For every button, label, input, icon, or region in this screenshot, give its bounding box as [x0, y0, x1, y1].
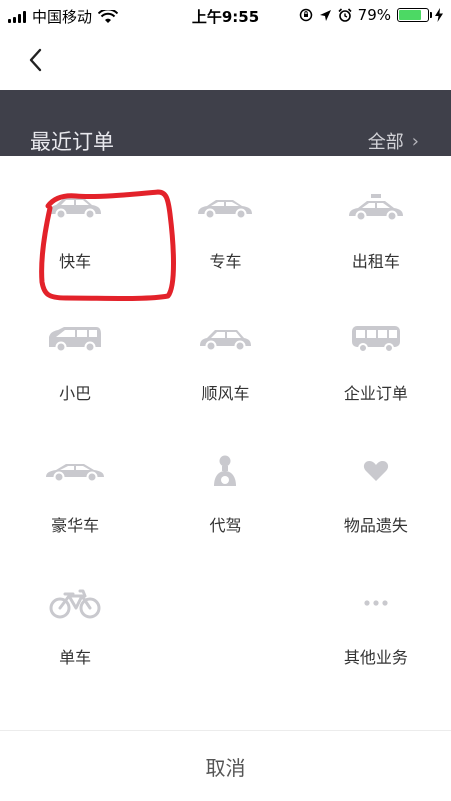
service-label: 代驾 [209, 516, 242, 535]
service-more[interactable]: 其他业务 [301, 580, 451, 712]
battery-icon [397, 8, 432, 22]
service-carpool[interactable]: 顺风车 [150, 316, 300, 448]
luxury-car-icon [40, 448, 110, 494]
cancel-button[interactable]: 取消 [0, 731, 451, 801]
service-label: 小巴 [59, 384, 92, 403]
service-label: 物品遗失 [343, 516, 408, 535]
service-premium[interactable]: 专车 [150, 184, 300, 316]
designated-driver-icon [190, 448, 260, 494]
back-button[interactable] [22, 46, 50, 74]
service-label: 单车 [59, 648, 92, 667]
nav-bar [0, 30, 451, 90]
all-orders-link[interactable]: 全部 › [368, 128, 419, 154]
battery-percent: 79% [357, 6, 391, 24]
service-lost-items[interactable]: 物品遗失 [301, 448, 451, 580]
minivan-icon [40, 316, 110, 362]
heart-icon [341, 448, 411, 494]
all-orders-label: 全部 [367, 132, 404, 153]
signal-icon [8, 10, 26, 23]
chevron-right-icon: › [411, 130, 419, 152]
alarm-icon [338, 8, 352, 22]
service-grid: 快车 专车 出租车 小巴 顺风车 企业订单 豪华车 代驾 物品遗失 单车 其他业… [0, 156, 451, 730]
status-left: 中国移动 [8, 6, 119, 27]
taxi-icon [341, 184, 411, 230]
service-express[interactable]: 快车 [0, 184, 150, 316]
location-icon [319, 9, 331, 21]
bus-icon [341, 316, 411, 362]
carrier-label: 中国移动 [32, 8, 93, 26]
status-right: 79% [299, 6, 443, 24]
recent-orders-header: 最近订单 全部 › [0, 90, 451, 156]
service-label: 出租车 [351, 252, 400, 271]
service-label: 其他业务 [343, 648, 408, 667]
orientation-lock-icon [299, 8, 312, 22]
empty-cell [150, 580, 300, 712]
hatchback-icon [190, 316, 260, 362]
bicycle-icon [40, 580, 110, 626]
bottom-bar: 取消 [0, 730, 451, 801]
service-taxi[interactable]: 出租车 [301, 184, 451, 316]
service-label: 专车 [209, 252, 242, 271]
service-bike[interactable]: 单车 [0, 580, 150, 712]
service-label: 快车 [59, 252, 92, 271]
service-driver[interactable]: 代驾 [150, 448, 300, 580]
chevron-left-icon [29, 48, 42, 72]
recent-orders-title: 最近订单 [30, 130, 114, 154]
more-icon [341, 580, 411, 626]
service-label: 顺风车 [201, 384, 250, 403]
service-enterprise[interactable]: 企业订单 [301, 316, 451, 448]
service-minibus[interactable]: 小巴 [0, 316, 150, 448]
charging-icon [435, 8, 443, 22]
car-icon [40, 184, 110, 230]
service-label: 企业订单 [343, 384, 408, 403]
status-bar: 中国移动 上午9:55 79% [0, 0, 451, 30]
wifi-icon [98, 9, 119, 23]
service-label: 豪华车 [51, 516, 100, 535]
service-luxury[interactable]: 豪华车 [0, 448, 150, 580]
premium-car-icon [190, 184, 260, 230]
battery-fill [399, 10, 422, 20]
